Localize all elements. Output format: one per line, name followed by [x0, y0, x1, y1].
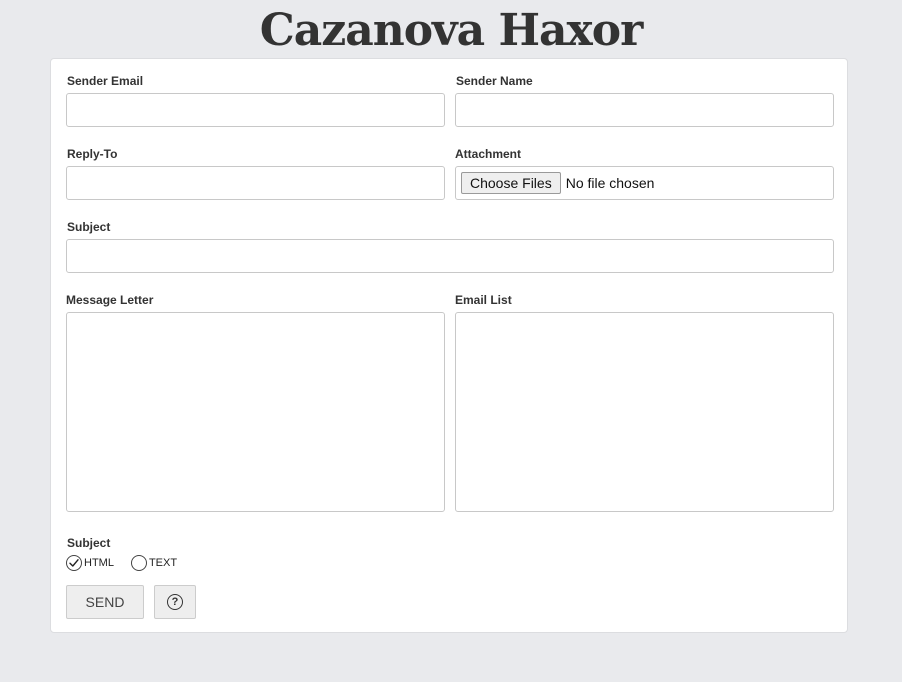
send-button[interactable]: SEND [66, 585, 144, 619]
message-letter-textarea[interactable] [66, 312, 445, 512]
mailer-form-card: Sender Email Sender Name Reply-To Attach… [50, 58, 848, 633]
attachment-label: Attachment [455, 147, 522, 161]
format-label: Subject [67, 536, 111, 550]
check-icon [69, 559, 79, 567]
help-button[interactable]: ? [154, 585, 196, 619]
reply-to-input[interactable] [66, 166, 445, 200]
subject-label: Subject [67, 220, 111, 234]
help-icon: ? [167, 594, 183, 610]
email-list-label: Email List [455, 293, 512, 307]
attachment-file-input[interactable]: Choose Files No file chosen [455, 166, 834, 200]
choose-files-button[interactable]: Choose Files [461, 172, 561, 194]
email-list-textarea[interactable] [455, 312, 834, 512]
html-radio[interactable] [66, 555, 82, 571]
format-radio-group: HTML TEXT [66, 555, 194, 571]
sender-name-label: Sender Name [456, 74, 533, 88]
html-radio-label: HTML [84, 557, 114, 569]
text-radio[interactable] [130, 555, 147, 571]
file-status-text: No file chosen [565, 175, 655, 191]
text-radio-label: TEXT [148, 557, 178, 569]
sender-email-input[interactable] [66, 93, 445, 127]
sender-email-label: Sender Email [67, 74, 144, 88]
message-letter-label: Message Letter [66, 293, 154, 307]
page-title: Cazanova Haxor [259, 5, 644, 56]
reply-to-label: Reply-To [67, 147, 118, 161]
subject-input[interactable] [66, 239, 834, 273]
sender-name-input[interactable] [455, 93, 834, 127]
